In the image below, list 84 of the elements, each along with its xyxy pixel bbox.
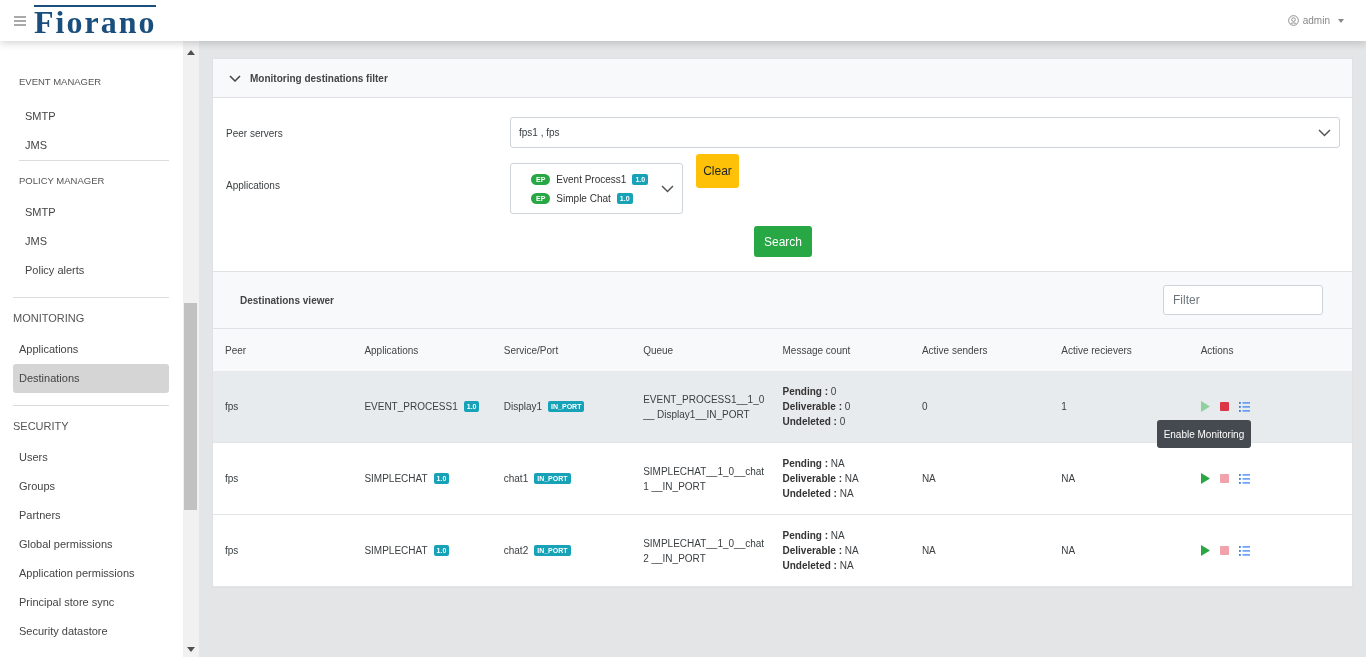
list-icon[interactable] — [1238, 545, 1250, 556]
panel-title: Monitoring destinations filter — [250, 71, 388, 86]
stop-icon[interactable] — [1219, 546, 1229, 555]
sidebar-item[interactable]: JMS — [13, 227, 169, 256]
sidebar-item[interactable]: Applications — [13, 335, 169, 364]
user-menu[interactable]: admin — [1302, 13, 1330, 28]
stop-icon[interactable] — [1219, 402, 1229, 411]
column-header: Peer — [225, 343, 248, 358]
scrollbar[interactable] — [183, 41, 199, 657]
sidebar-item[interactable]: Groups — [13, 472, 169, 501]
sidebar-item[interactable]: Users — [13, 443, 169, 472]
field-label: Peer servers — [226, 127, 283, 141]
count-line: Pending : 0 — [782, 385, 838, 398]
play-icon[interactable] — [1200, 545, 1210, 556]
stop-icon[interactable] — [1219, 474, 1229, 483]
application-name: Simple Chat — [556, 191, 611, 206]
peer-servers-select[interactable]: fps1 , fps — [510, 117, 1340, 148]
sidebar-item[interactable]: Policy alerts — [13, 256, 169, 285]
column-header: Queue — [643, 343, 675, 358]
application-name: Event Process1 — [556, 172, 627, 187]
sidebar-item[interactable]: SMTP — [13, 198, 169, 227]
chevron-down-icon[interactable] — [661, 184, 674, 193]
clear-button[interactable]: Clear — [696, 154, 739, 188]
sidebar-item[interactable]: Application permissions — [13, 559, 169, 588]
count-line: Undeleted : 0 — [782, 415, 847, 428]
column-header: Message count — [782, 343, 852, 358]
filter-field[interactable]: Filter — [1163, 285, 1323, 315]
column-header: Applications — [364, 343, 420, 358]
table-cell-text: EVENT_PROCESS1 — [364, 400, 458, 414]
tooltip: Enable Monitoring — [1156, 420, 1252, 448]
table-cell-text: SIMPLECHAT — [364, 472, 428, 486]
column-header: Actions — [1200, 343, 1235, 358]
count-line: Deliverable : 0 — [782, 400, 852, 413]
table-cell-text: SIMPLECHAT__1_0__chat2 __IN_PORT — [643, 536, 766, 566]
count-line: Deliverable : NA — [782, 472, 860, 485]
section-heading: POLICY MANAGER — [18, 173, 106, 188]
table-cell-text: 0 — [921, 400, 929, 414]
count-line: Pending : NA — [782, 529, 846, 542]
table-cell-text: 1 — [1061, 400, 1068, 414]
table-cell-text: fps — [225, 400, 240, 414]
table-cell-text: NA — [1061, 544, 1077, 558]
table-cell-text: NA — [921, 472, 937, 486]
column-header: Active senders — [921, 343, 989, 358]
sidebar-item[interactable]: Global permissions — [13, 530, 169, 559]
table-cell-text: EVENT_PROCESS1__1_0__ Display1__IN_PORT — [643, 392, 766, 422]
column-header: Service/Port — [503, 343, 560, 358]
section-heading: SECURITY — [12, 418, 70, 434]
chevron-down-icon[interactable] — [229, 74, 241, 82]
count-line: Deliverable : NA — [782, 544, 860, 557]
table-cell-text: Display1 — [503, 400, 543, 414]
table-cell-text: fps — [225, 544, 240, 558]
scroll-down-icon[interactable] — [187, 647, 195, 652]
scrollbar-thumb[interactable] — [184, 303, 197, 510]
user-icon — [1287, 15, 1299, 26]
select-value: fps1 , fps — [519, 126, 560, 140]
sidebar-item[interactable]: SMTP — [13, 102, 169, 131]
table-cell-text: SIMPLECHAT — [364, 544, 428, 558]
list-icon[interactable] — [1238, 473, 1250, 484]
count-line: Pending : NA — [782, 457, 846, 470]
table-cell-text: fps — [225, 472, 240, 486]
scroll-up-icon[interactable] — [187, 50, 195, 55]
count-line: Undeleted : NA — [782, 559, 855, 572]
sidebar-item[interactable]: Destinations — [13, 364, 169, 393]
count-line: Undeleted : NA — [782, 487, 855, 500]
sidebar-item[interactable]: Partners — [13, 501, 169, 530]
sidebar-item[interactable]: Security datastore — [13, 617, 169, 646]
sidebar-item[interactable]: JMS — [13, 131, 169, 160]
table-cell-text: chat1 — [503, 472, 529, 486]
column-header: Active recievers — [1061, 343, 1133, 358]
table-cell-text: SIMPLECHAT__1_0__chat1 __IN_PORT — [643, 464, 766, 494]
panel-title: Destinations viewer — [240, 293, 334, 308]
logo: Fiorano — [34, 4, 157, 37]
chevron-down-icon[interactable] — [1318, 128, 1331, 137]
table-cell-text: NA — [921, 544, 937, 558]
caret-icon[interactable] — [1338, 18, 1344, 23]
table-cell-text: chat2 — [503, 544, 529, 558]
field-label: Applications — [226, 179, 280, 193]
section-heading: EVENT MANAGER — [18, 74, 103, 89]
list-icon[interactable] — [1238, 401, 1250, 412]
play-icon[interactable] — [1200, 473, 1210, 484]
menu-icon[interactable] — [14, 15, 26, 26]
table-cell-text: NA — [1061, 472, 1077, 486]
section-heading: MONITORING — [12, 310, 86, 326]
sidebar-item[interactable]: Principal store sync — [13, 588, 169, 617]
